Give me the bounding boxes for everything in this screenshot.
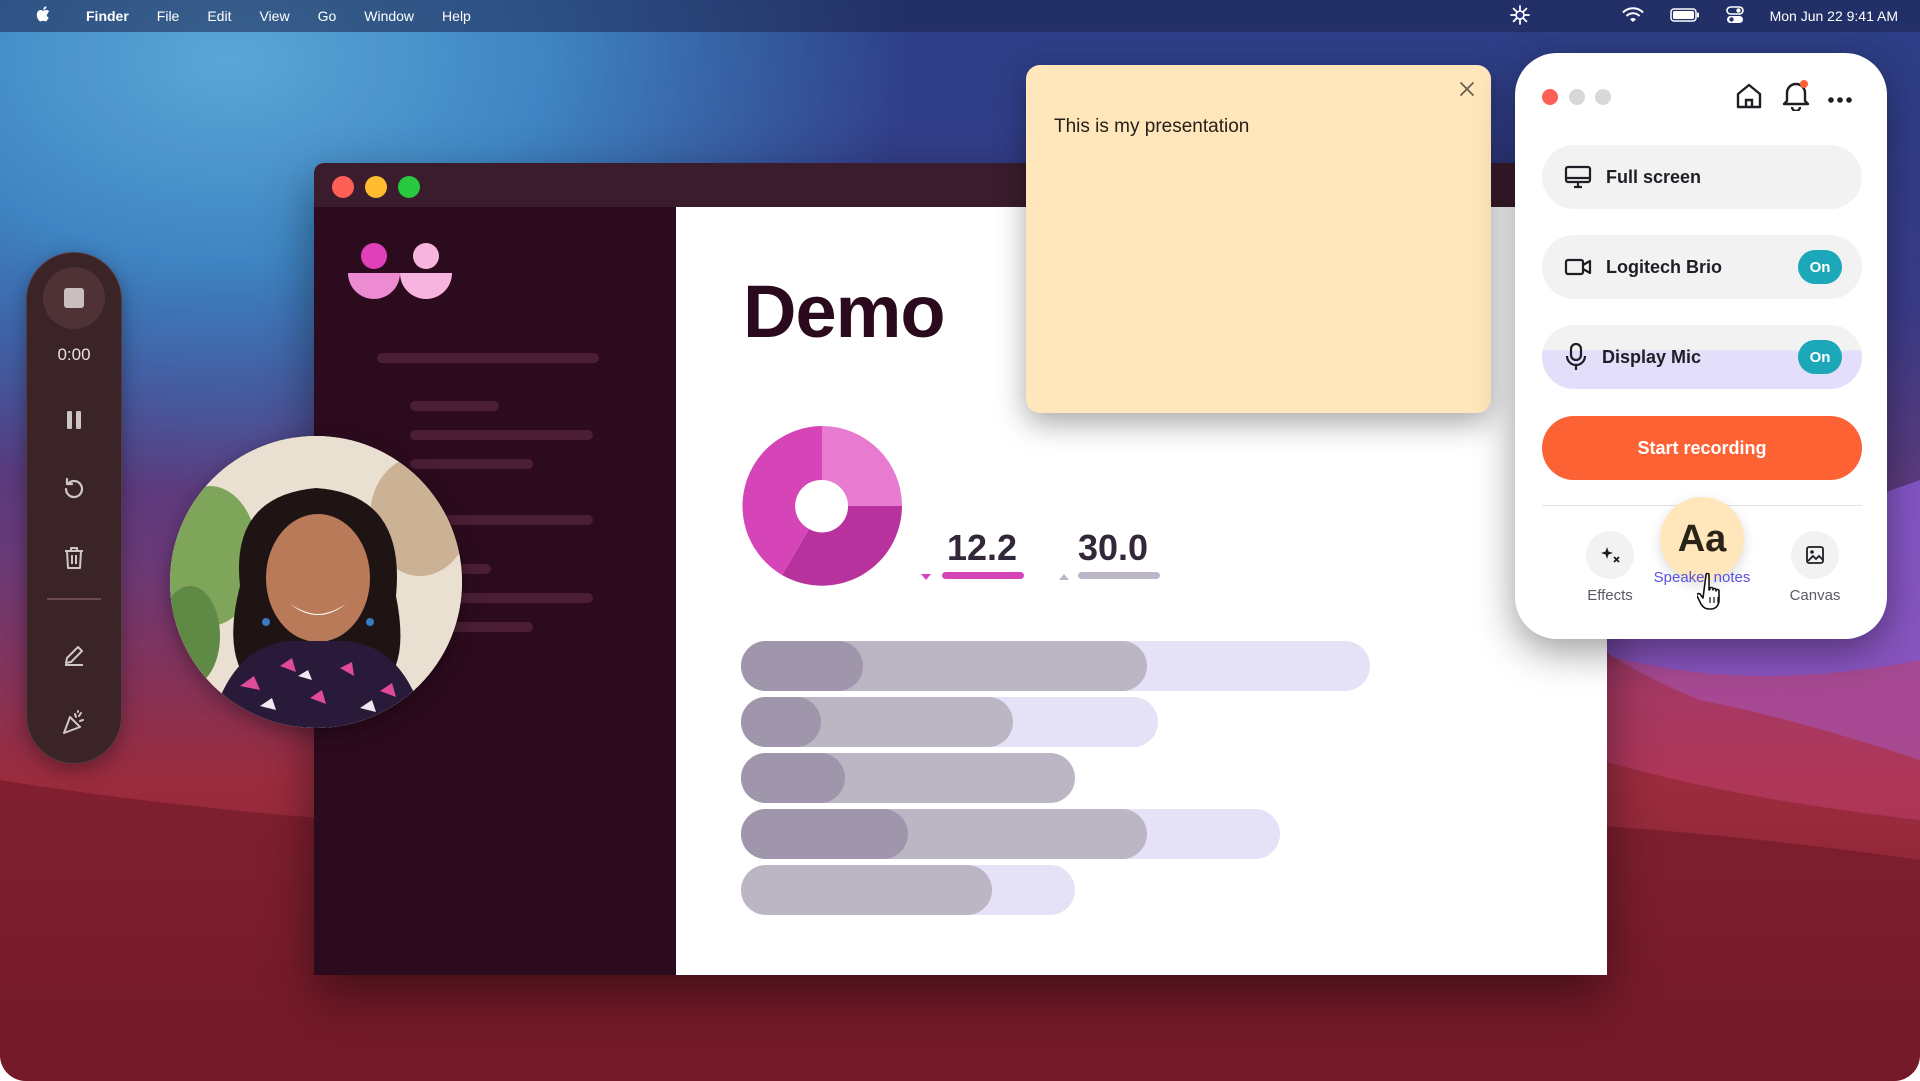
stat-value-2: 30.0: [1078, 527, 1149, 568]
camera-toggle[interactable]: On: [1798, 250, 1842, 284]
sidebar-item[interactable]: [410, 401, 499, 411]
camera-option[interactable]: Logitech Brio On: [1542, 235, 1862, 299]
note-close-button[interactable]: [1455, 77, 1479, 101]
apple-icon[interactable]: [36, 5, 52, 28]
full-screen-label: Full screen: [1606, 166, 1702, 187]
recording-toolbar: 0:00: [26, 252, 122, 764]
note-text[interactable]: This is my presentation: [1054, 116, 1249, 138]
effects-icon: [1586, 531, 1634, 579]
battery-icon[interactable]: [1669, 7, 1700, 25]
panel-close-button[interactable]: [1542, 89, 1558, 105]
microphone-label: Display Mic: [1602, 346, 1702, 367]
microphone-icon: [1565, 342, 1587, 370]
menu-go[interactable]: Go: [318, 8, 337, 24]
menu-app-name[interactable]: Finder: [86, 8, 129, 24]
donut-chart: [742, 426, 902, 586]
close-icon: [1460, 82, 1474, 96]
bar-dark: [741, 641, 863, 691]
panel-zoom-button[interactable]: [1595, 89, 1611, 105]
sidebar-item[interactable]: [410, 430, 593, 440]
video-camera-icon: [1564, 258, 1592, 276]
pencil-icon: [65, 646, 83, 666]
stop-icon: [64, 288, 84, 308]
menu-bar: Finder File Edit View Go Window Help Mon…: [0, 0, 1920, 32]
trash-icon: [65, 547, 83, 569]
app-logo: [348, 243, 452, 299]
tab-canvas-label: Canvas: [1789, 587, 1841, 604]
draw-button[interactable]: [54, 635, 94, 675]
timer-display: 0:00: [57, 345, 91, 364]
restart-button[interactable]: [54, 469, 94, 509]
microphone-toggle[interactable]: On: [1798, 340, 1842, 374]
camera-bubble[interactable]: [170, 436, 462, 728]
home-button[interactable]: [1734, 81, 1764, 116]
bar-dark: [741, 697, 821, 747]
more-icon: [1828, 97, 1852, 103]
window-close-button[interactable]: [332, 176, 354, 198]
delete-button[interactable]: [54, 538, 94, 578]
notifications-button[interactable]: [1781, 79, 1811, 116]
menu-window[interactable]: Window: [364, 8, 414, 24]
window-minimize-button[interactable]: [365, 176, 387, 198]
desktop: Finder File Edit View Go Window Help Mon…: [0, 0, 1920, 1081]
home-icon: [1736, 83, 1762, 109]
canvas-icon: [1791, 531, 1839, 579]
control-panel: Full screen Logitech Brio On Display Mic…: [1515, 53, 1887, 639]
tab-canvas[interactable]: Canvas: [1765, 531, 1865, 604]
window-zoom-button[interactable]: [398, 176, 420, 198]
stat-1-indicator: [921, 572, 1024, 580]
presenter-video: [170, 436, 462, 728]
toolbar-divider: [47, 598, 101, 600]
more-options-button[interactable]: [1828, 91, 1852, 109]
slide-title: Demo: [743, 270, 946, 353]
menu-view[interactable]: View: [259, 8, 289, 24]
tab-effects[interactable]: Effects: [1560, 531, 1660, 604]
stop-button[interactable]: [43, 267, 105, 329]
sidebar-item[interactable]: [410, 459, 533, 469]
bar-dark: [741, 753, 845, 803]
camera-label: Logitech Brio: [1606, 256, 1722, 277]
bell-icon: [1782, 80, 1810, 113]
pause-button[interactable]: [54, 400, 94, 440]
restart-icon: [64, 477, 84, 499]
panel-minimize-button[interactable]: [1569, 89, 1585, 105]
full-screen-option[interactable]: Full screen: [1542, 145, 1862, 209]
stat-value-1: 12.2: [947, 527, 1018, 568]
control-center-icon[interactable]: [1725, 5, 1744, 27]
wifi-icon[interactable]: [1621, 6, 1644, 26]
speaker-note[interactable]: This is my presentation: [1026, 65, 1491, 413]
menu-help[interactable]: Help: [442, 8, 471, 24]
menu-edit[interactable]: Edit: [207, 8, 231, 24]
start-recording-button[interactable]: Start recording: [1542, 416, 1862, 480]
bar-dark: [741, 809, 908, 859]
stat-2-indicator: [1059, 572, 1160, 580]
monitor-icon: [1564, 165, 1592, 189]
hand-cursor-icon: [1697, 572, 1720, 610]
confetti-icon: [63, 710, 84, 734]
pause-icon: [67, 411, 81, 429]
bar-mid: [741, 865, 992, 915]
speaker-notes-glyph: Aa: [1677, 517, 1727, 560]
confetti-button[interactable]: [54, 703, 94, 743]
tab-effects-label: Effects: [1587, 587, 1633, 604]
microphone-option[interactable]: Display Mic On: [1542, 325, 1862, 389]
menu-clock[interactable]: Mon Jun 22 9:41 AM: [1770, 8, 1898, 24]
app-status-icon[interactable]: [1509, 4, 1530, 28]
menu-file[interactable]: File: [157, 8, 180, 24]
sidebar-item[interactable]: [377, 353, 599, 363]
